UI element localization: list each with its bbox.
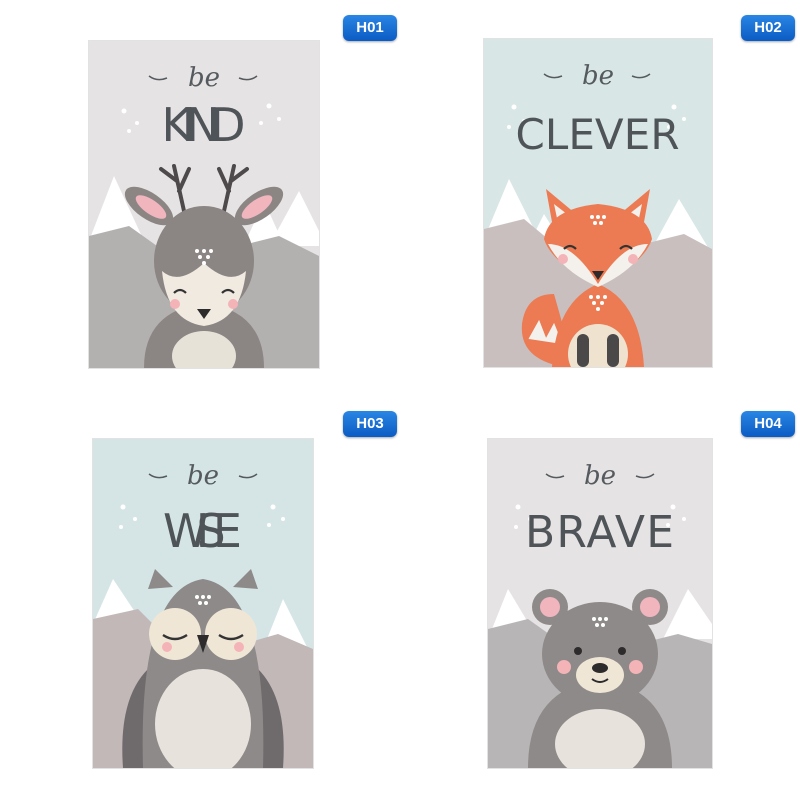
poster-be-brave: be BRAVE (487, 438, 713, 769)
owl-illustration: be WISE (93, 439, 313, 768)
motto-word: CLEVER (516, 110, 681, 159)
motto-word: KIND (162, 98, 247, 152)
prefix-text: be (584, 461, 616, 491)
variant-badge: H02 (741, 15, 795, 41)
poster-be-kind: be KIND (88, 40, 320, 369)
variant-badge: H03 (343, 411, 397, 437)
motto-word: BRAVE (525, 507, 675, 558)
variant-badge: H01 (343, 15, 397, 41)
poster-be-clever: be CLEVER (483, 38, 713, 368)
prefix-text: be (187, 461, 219, 491)
poster-be-wise: be WISE (92, 438, 314, 769)
bear-illustration: be BRAVE (488, 439, 712, 768)
motto-word: WISE (163, 504, 243, 558)
deer-illustration: be KIND (89, 41, 319, 368)
fox-illustration: be CLEVER (484, 39, 712, 367)
prefix-text: be (188, 63, 220, 93)
variant-badge: H04 (741, 411, 795, 437)
prefix-text: be (582, 61, 614, 91)
